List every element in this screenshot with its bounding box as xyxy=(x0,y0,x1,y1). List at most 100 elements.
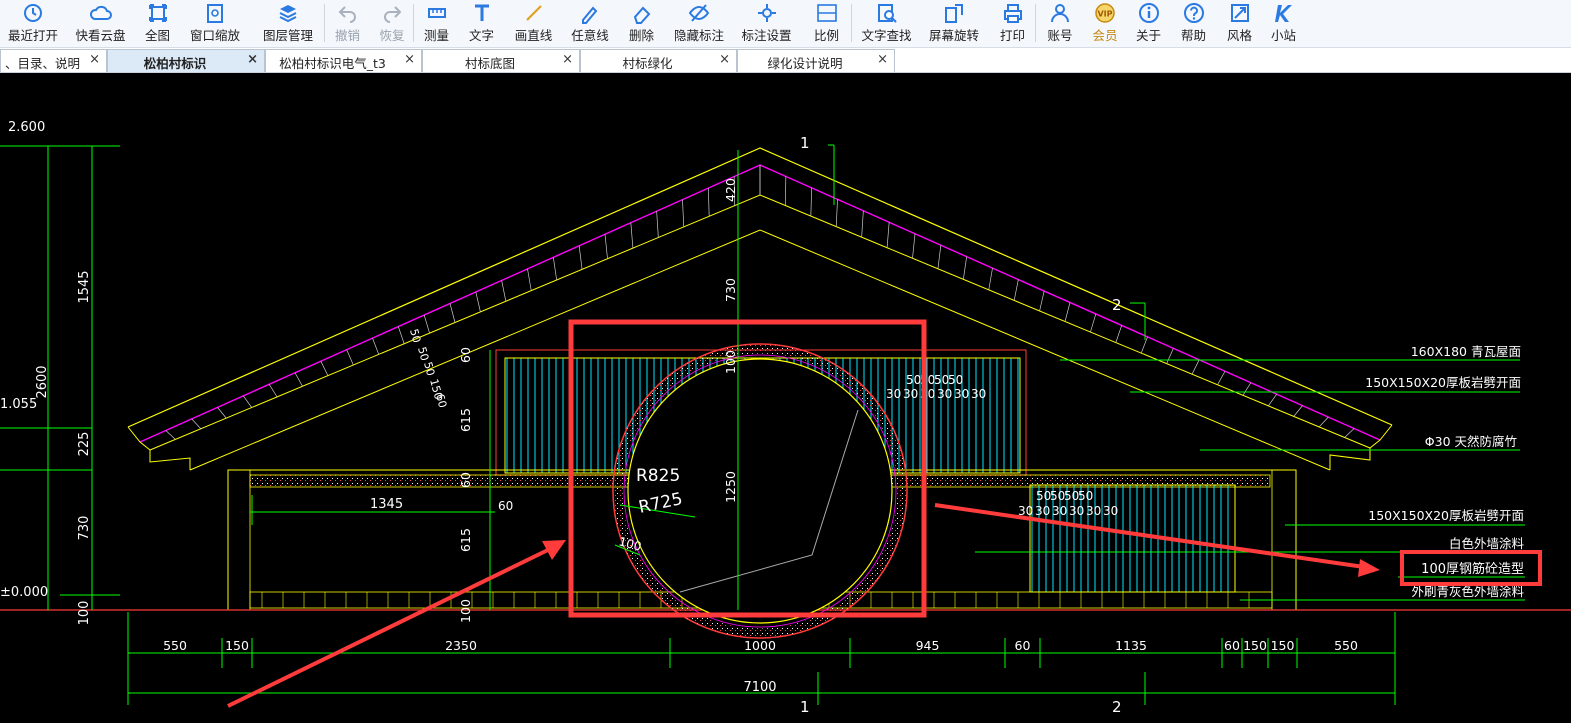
dimension-text: 50 xyxy=(421,360,437,377)
dimension-text: 730 xyxy=(77,516,92,541)
tab-item[interactable]: 村标绿化 × xyxy=(580,49,737,72)
tab-item[interactable]: 、目录、说明 × xyxy=(0,49,107,72)
material-annotation: 150X150X20厚板岩劈开面 xyxy=(1365,375,1521,390)
dimension-text: 30 xyxy=(1052,504,1067,518)
close-icon[interactable]: × xyxy=(404,52,415,67)
toolbar-button-text-search[interactable]: 文字查找 xyxy=(853,0,920,46)
dimension-text: 1545 xyxy=(77,270,92,303)
toolbar-button-label: 文字查找 xyxy=(861,28,912,43)
eraser-icon xyxy=(633,6,650,24)
dimension-text: 30 xyxy=(1069,504,1084,518)
rotate-icon xyxy=(945,4,963,23)
dimension-text: 50 xyxy=(934,373,949,387)
material-annotation: 160X180 青瓦屋面 xyxy=(1411,344,1521,359)
section-mark: 1 xyxy=(800,698,810,716)
close-icon[interactable]: × xyxy=(719,52,730,67)
dimension-text: 30 xyxy=(886,387,901,401)
toolbar-button-rotate[interactable]: 屏幕旋转 xyxy=(920,0,988,46)
dimension-text: 100 xyxy=(458,599,473,623)
toolbar-button-scale[interactable]: 比例 xyxy=(800,0,853,46)
toolbar-button-label: 画直线 xyxy=(514,28,553,43)
close-icon[interactable]: × xyxy=(562,52,573,67)
tab-item[interactable]: 村标底图 × xyxy=(422,49,580,72)
tab-bar: 、目录、说明 × 松柏村标识 × 松柏村标识电气_t3 × 村标底图 × 村标绿化 × 绿化设计说明… xyxy=(0,48,1571,73)
toolbar-button-label: 关于 xyxy=(1135,28,1161,43)
level-label: 1.055 xyxy=(0,397,37,412)
toolbar-button-recent[interactable]: 最近打开 xyxy=(0,0,66,46)
toolbar-button-label: 全图 xyxy=(144,28,170,43)
dimension-text: 100 xyxy=(77,601,92,626)
site-icon xyxy=(1274,5,1292,22)
tab-label: 松柏村标识 xyxy=(143,56,207,71)
toolbar-button-label: 恢复 xyxy=(379,28,405,43)
radius-label: R825 xyxy=(636,466,680,486)
material-annotation: 外刷青灰色外墙涂料 xyxy=(1411,584,1524,599)
dimension-text: 50 xyxy=(415,345,431,362)
toolbar-button-label: 图层管理 xyxy=(262,28,313,43)
toolbar-button-label: 删除 xyxy=(628,28,654,43)
tab-item[interactable]: 绿化设计说明 × xyxy=(737,49,895,72)
toolbar-button-cloud[interactable]: 快看云盘 xyxy=(66,0,135,46)
toolbar-button-annotation-settings[interactable]: 标注设置 xyxy=(733,0,800,46)
dimension-text: 50 xyxy=(948,373,963,387)
toolbar-button-line[interactable]: 画直线 xyxy=(505,0,562,46)
toolbar-button-label: 最近打开 xyxy=(7,28,58,43)
dimension-text: 50 xyxy=(1064,489,1079,503)
toolbar-button-undo[interactable]: 撤销 xyxy=(326,0,369,46)
toolbar-button-label: 隐藏标注 xyxy=(673,28,724,43)
toolbar-button-label: 测量 xyxy=(423,28,449,43)
close-icon[interactable]: × xyxy=(877,52,888,67)
info-icon xyxy=(1138,3,1159,23)
level-label: ±0.000 xyxy=(0,585,48,600)
close-icon[interactable]: × xyxy=(247,52,258,67)
tab-item[interactable]: 松柏村标识电气_t3 × xyxy=(265,49,422,72)
dimension-text: 60 xyxy=(498,499,513,513)
toolbar-button-text[interactable]: 文字 xyxy=(458,0,505,46)
dimension-text: 50 xyxy=(906,373,921,387)
dimension-text: 730 xyxy=(723,278,738,302)
toolbar-separator xyxy=(851,4,852,42)
help-icon xyxy=(1183,3,1204,23)
dimension-text: 2350 xyxy=(445,638,477,653)
fullview-icon xyxy=(148,4,167,22)
dimension-text: 1000 xyxy=(744,638,776,653)
dimension-text: 60 xyxy=(1224,638,1240,653)
dimension-text: 615 xyxy=(458,408,473,432)
toolbar-button-window-zoom[interactable]: 窗口缩放 xyxy=(180,0,250,46)
toolbar-button-vip[interactable]: VIP 会员 xyxy=(1083,0,1127,46)
tab-label: 村标底图 xyxy=(464,56,515,71)
toolbar-button-fullview[interactable]: 全图 xyxy=(135,0,180,46)
print-icon xyxy=(1003,4,1022,23)
dimension-text: 60 xyxy=(458,347,473,363)
freeline-icon xyxy=(582,6,598,24)
eye-hide-icon xyxy=(688,4,710,22)
dimension-text: 30 xyxy=(1035,504,1050,518)
toolbar-button-account[interactable]: 账号 xyxy=(1037,0,1083,46)
toolbar-button-redo[interactable]: 恢复 xyxy=(369,0,415,46)
tab-item[interactable]: 松柏村标识 × xyxy=(107,49,265,72)
material-annotation: 100厚钢筋砼造型 xyxy=(1421,561,1524,577)
close-icon[interactable]: × xyxy=(89,52,100,67)
level-label: 2.600 xyxy=(8,120,45,135)
toolbar-button-style[interactable]: 风格 xyxy=(1217,0,1262,46)
toolbar-button-site[interactable]: 小站 xyxy=(1262,0,1305,46)
toolbar-button-measure[interactable]: 测量 xyxy=(415,0,458,46)
toolbar-button-eye-hide[interactable]: 隐藏标注 xyxy=(665,0,733,46)
dimension-text: 2600 xyxy=(35,365,50,398)
toolbar-button-freeline[interactable]: 任意线 xyxy=(562,0,618,46)
toolbar-button-layers[interactable]: 图层管理 xyxy=(250,0,326,46)
style-icon xyxy=(1230,4,1249,22)
dimension-text: 30 xyxy=(1103,504,1118,518)
section-mark: 2 xyxy=(1112,296,1122,314)
toolbar-button-print[interactable]: 打印 xyxy=(988,0,1037,46)
cad-drawing-canvas[interactable]: 2.600 1.055 ±0.000 1545 2600 225 730 100 1 2 1 2 420… xyxy=(0,73,1571,723)
toolbar-button-info[interactable]: 关于 xyxy=(1127,0,1170,46)
toolbar-button-help[interactable]: 帮助 xyxy=(1170,0,1217,46)
toolbar-button-label: 窗口缩放 xyxy=(189,28,240,43)
dimension-text: 30 xyxy=(954,387,969,401)
toolbar-button-label: 风格 xyxy=(1226,28,1252,43)
toolbar-separator xyxy=(413,4,414,42)
toolbar-button-label: 屏幕旋转 xyxy=(928,28,979,43)
toolbar-button-eraser[interactable]: 删除 xyxy=(618,0,665,46)
recent-icon xyxy=(24,4,42,22)
